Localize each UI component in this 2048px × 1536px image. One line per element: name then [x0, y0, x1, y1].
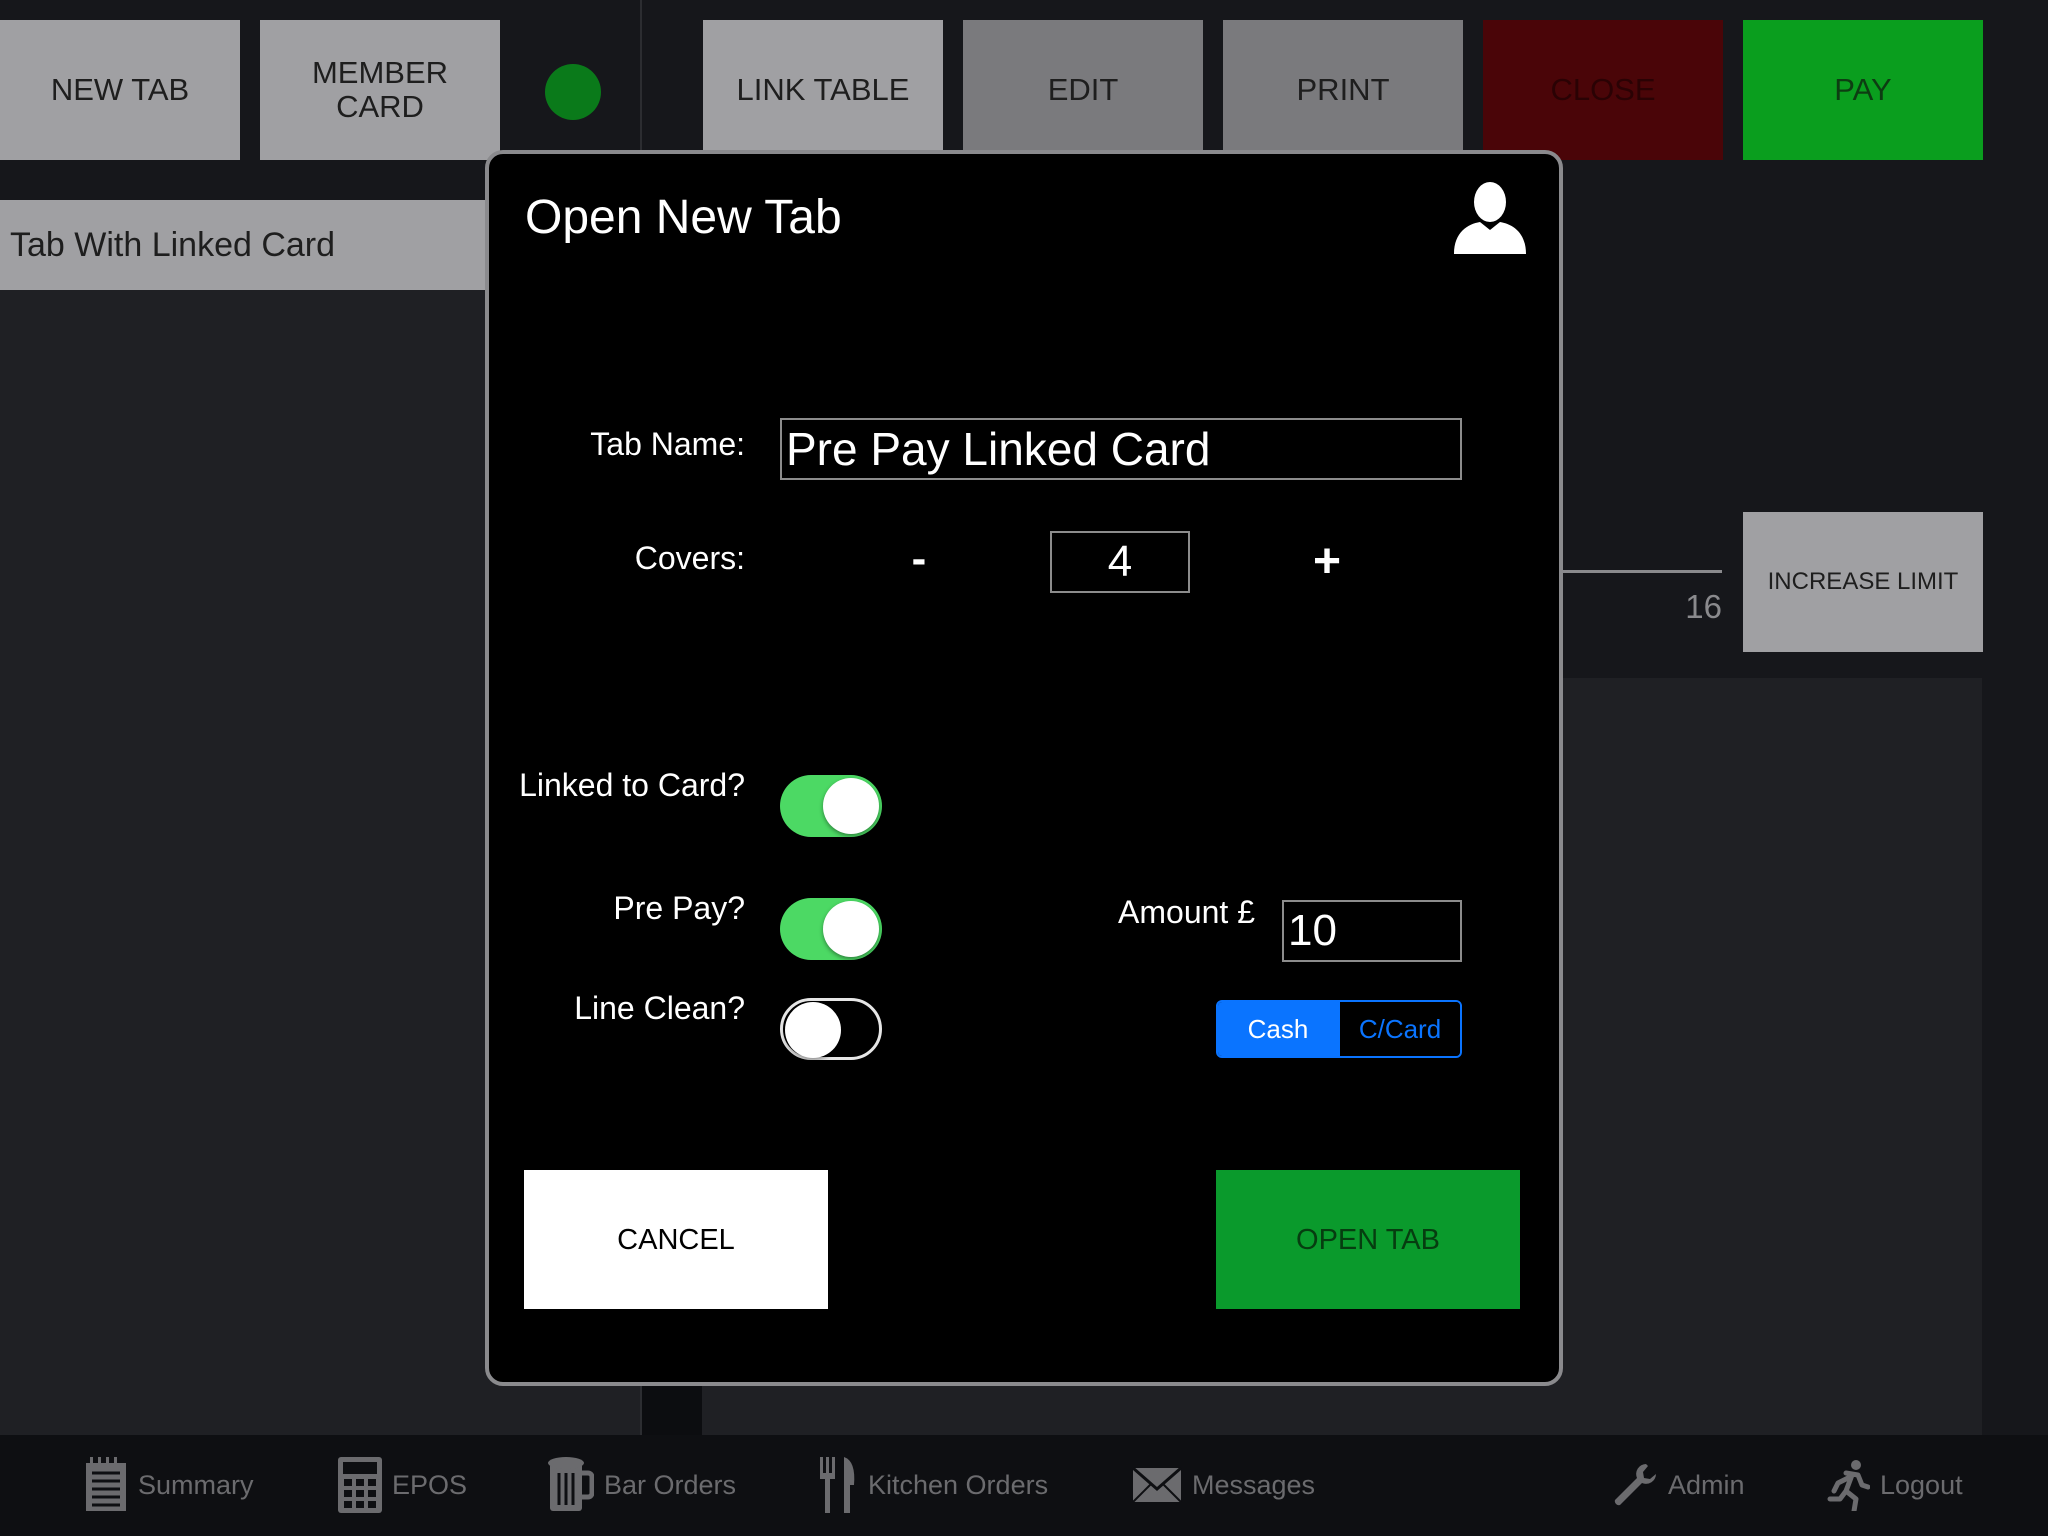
cancel-label: CANCEL	[617, 1223, 735, 1256]
nav-admin[interactable]: Admin	[1612, 1455, 1745, 1515]
tab-name-value: Pre Pay Linked Card	[786, 423, 1211, 475]
print-button[interactable]: PRINT	[1223, 20, 1463, 160]
close-button[interactable]: CLOSE	[1483, 20, 1723, 160]
covers-label: Covers:	[634, 540, 745, 576]
beer-mug-icon	[548, 1457, 594, 1511]
nav-logout-label: Logout	[1880, 1469, 1963, 1500]
covers-value: 4	[1107, 537, 1133, 586]
running-person-icon	[1827, 1460, 1870, 1511]
pay-label: PAY	[1834, 72, 1892, 107]
cancel-button[interactable]: CANCEL	[524, 1170, 828, 1309]
linked-to-card-label: Linked to Card?	[519, 767, 745, 803]
open-new-tab-dialog: Open New Tab Tab Name: Pre Pay Linked Ca…	[485, 150, 1563, 1386]
covers-plus-button[interactable]: +	[1297, 534, 1357, 589]
nav-bar-orders-label: Bar Orders	[604, 1469, 737, 1500]
nav-logout[interactable]: Logout	[1826, 1455, 1963, 1515]
segment-c-card[interactable]: C/Card	[1338, 1002, 1460, 1056]
open-tab-label: OPEN TAB	[1296, 1223, 1440, 1256]
gap-bg	[642, 1380, 702, 1435]
member-card-label-2: CARD	[336, 89, 424, 124]
nav-summary-label: Summary	[138, 1469, 254, 1500]
edit-label: EDIT	[1047, 72, 1119, 107]
edit-button[interactable]: EDIT	[963, 20, 1203, 160]
nav-kitchen-orders[interactable]: Kitchen Orders	[818, 1455, 1048, 1515]
new-tab-label: NEW TAB	[50, 72, 190, 107]
line-clean-label: Line Clean?	[574, 990, 745, 1026]
increase-limit-button[interactable]: INCREASE LIMIT	[1743, 512, 1983, 652]
pre-pay-toggle[interactable]	[780, 898, 882, 960]
nav-messages[interactable]: Messages	[1132, 1455, 1315, 1515]
toggle-knob	[823, 901, 879, 957]
covers-value-field[interactable]: 4	[1050, 531, 1190, 593]
tab-list-item-label: Tab With Linked Card	[10, 225, 336, 264]
tab-name-input[interactable]: Pre Pay Linked Card	[780, 418, 1462, 480]
close-label: CLOSE	[1550, 72, 1656, 107]
new-tab-button[interactable]: NEW TAB	[0, 20, 240, 160]
notepad-icon	[86, 1457, 126, 1511]
nav-bar-orders[interactable]: Bar Orders	[546, 1455, 736, 1515]
segment-cash[interactable]: Cash	[1218, 1002, 1338, 1056]
increase-limit-label: INCREASE LIMIT	[1767, 568, 1959, 595]
link-table-label: LINK TABLE	[736, 72, 910, 107]
tab-name-label: Tab Name:	[590, 426, 745, 462]
print-label: PRINT	[1296, 72, 1390, 107]
amount-input[interactable]: 10	[1282, 900, 1462, 962]
member-card-button[interactable]: MEMBER CARD	[260, 20, 500, 160]
covers-minus-button[interactable]: -	[894, 534, 944, 584]
toggle-knob	[785, 1002, 841, 1058]
dialog-title: Open New Tab	[525, 191, 842, 244]
nav-epos[interactable]: EPOS	[338, 1455, 467, 1515]
amount-value: 10	[1288, 906, 1337, 955]
nav-admin-label: Admin	[1668, 1469, 1745, 1500]
nav-epos-label: EPOS	[392, 1469, 468, 1500]
limit-value: 16	[1685, 588, 1722, 625]
nav-summary[interactable]: Summary	[84, 1455, 254, 1515]
linked-to-card-toggle[interactable]	[780, 775, 882, 837]
limit-bar	[1560, 570, 1722, 573]
envelope-icon	[1132, 1467, 1182, 1503]
pre-pay-label: Pre Pay?	[613, 890, 745, 926]
payment-method-segmented: Cash C/Card	[1216, 1000, 1462, 1058]
divider	[640, 0, 642, 160]
user-icon[interactable]	[1450, 180, 1530, 256]
wrench-icon	[1614, 1464, 1656, 1506]
line-clean-toggle[interactable]	[780, 998, 882, 1060]
fork-knife-icon	[820, 1457, 855, 1513]
amount-label: Amount £	[1118, 894, 1255, 930]
status-indicator	[545, 64, 601, 120]
nav-messages-label: Messages	[1192, 1469, 1316, 1500]
link-table-button[interactable]: LINK TABLE	[703, 20, 943, 160]
pay-button[interactable]: PAY	[1743, 20, 1983, 160]
toggle-knob	[823, 778, 879, 834]
calculator-icon	[338, 1457, 382, 1513]
open-tab-button[interactable]: OPEN TAB	[1216, 1170, 1520, 1309]
nav-kitchen-orders-label: Kitchen Orders	[868, 1469, 1049, 1500]
member-card-label-1: MEMBER	[311, 55, 449, 90]
